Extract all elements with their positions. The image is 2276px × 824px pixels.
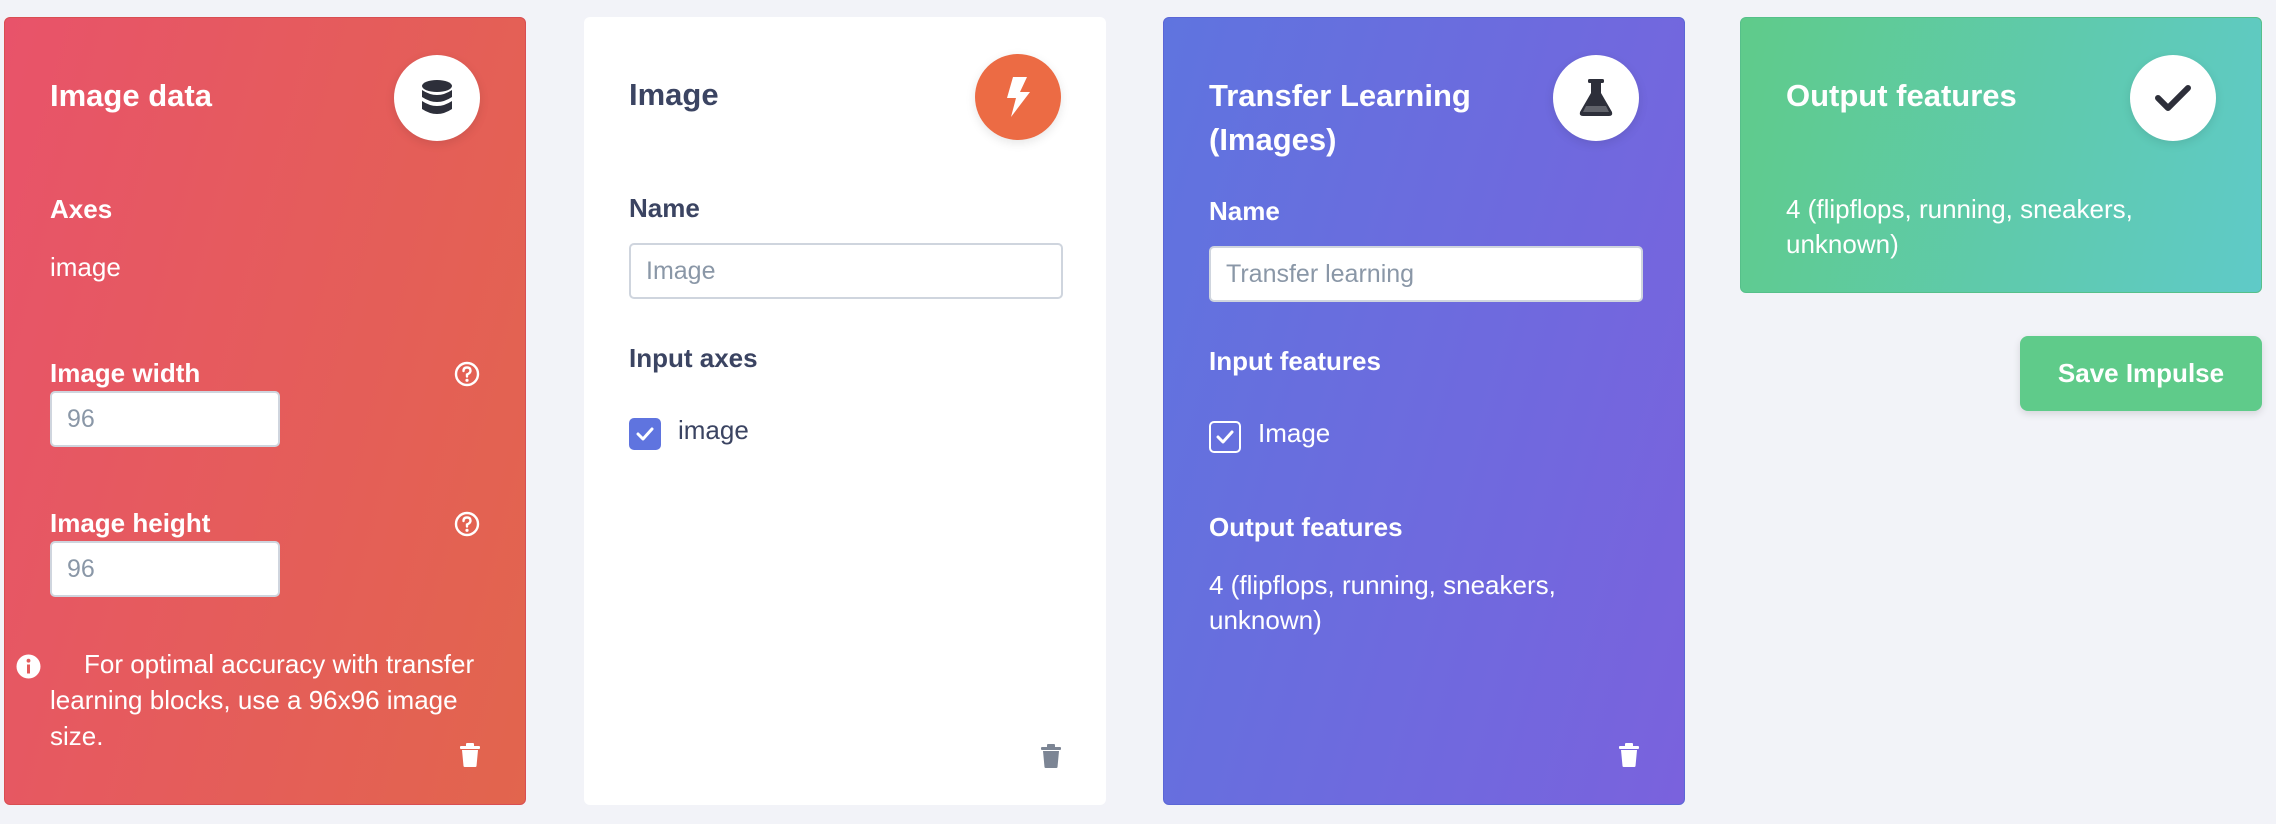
- info-icon: [16, 652, 41, 688]
- flask-icon: [1553, 55, 1639, 141]
- image-width-label: Image width: [50, 358, 201, 388]
- card-title: Image: [629, 77, 719, 112]
- image-height-field[interactable]: [50, 541, 280, 597]
- info-text: For optimal accuracy with transfer learn…: [50, 649, 475, 751]
- output-features-value: 4 (flipflops, running, sneakers, unknown…: [1786, 192, 2133, 262]
- card-title: Transfer Learning (Images): [1209, 74, 1471, 162]
- image-feature-label: Image: [1258, 418, 1331, 448]
- image-data-card: Image data Axes image Image width Image …: [4, 17, 526, 805]
- name-label: Name: [1209, 196, 1280, 226]
- card-title: Output features: [1786, 78, 2017, 113]
- image-height-label: Image height: [50, 508, 211, 538]
- check-icon: [2130, 55, 2216, 141]
- bolt-icon: [975, 54, 1061, 140]
- help-icon[interactable]: [454, 511, 480, 542]
- image-processing-card: Image Name Input axes image: [584, 17, 1106, 805]
- axes-label: Axes: [50, 194, 113, 224]
- output-features-value: 4 (flipflops, running, sneakers, unknown…: [1209, 568, 1556, 638]
- info-note: For optimal accuracy with transfer learn…: [16, 646, 490, 754]
- output-features-line1: 4 (flipflops, running, sneakers,: [1209, 570, 1556, 600]
- database-icon: [394, 55, 480, 141]
- output-features-line2: unknown): [1209, 605, 1322, 635]
- output-features-line2: unknown): [1786, 229, 1899, 259]
- input-features-label: Input features: [1209, 346, 1381, 376]
- image-width-field[interactable]: [50, 391, 280, 447]
- output-features-card: Output features 4 (flipflops, running, s…: [1740, 17, 2262, 293]
- trash-icon[interactable]: [1619, 743, 1639, 772]
- name-label: Name: [629, 193, 700, 223]
- name-field[interactable]: [629, 243, 1063, 299]
- axes-value: image: [50, 252, 121, 282]
- name-field[interactable]: [1209, 246, 1643, 302]
- card-title-line2: (Images): [1209, 122, 1337, 157]
- image-feature-checkbox[interactable]: [1209, 421, 1241, 453]
- save-impulse-button[interactable]: Save Impulse: [2020, 336, 2262, 411]
- trash-icon[interactable]: [1041, 744, 1061, 773]
- output-features-line1: 4 (flipflops, running, sneakers,: [1786, 194, 2133, 224]
- card-title-line1: Transfer Learning: [1209, 78, 1471, 113]
- card-title: Image data: [50, 78, 212, 113]
- output-features-label: Output features: [1209, 512, 1403, 542]
- trash-icon[interactable]: [460, 743, 480, 772]
- help-icon[interactable]: [454, 361, 480, 392]
- image-axis-label: image: [678, 415, 749, 445]
- image-axis-checkbox[interactable]: [629, 418, 661, 450]
- input-axes-label: Input axes: [629, 343, 758, 373]
- transfer-learning-card: Transfer Learning (Images) Name Input fe…: [1163, 17, 1685, 805]
